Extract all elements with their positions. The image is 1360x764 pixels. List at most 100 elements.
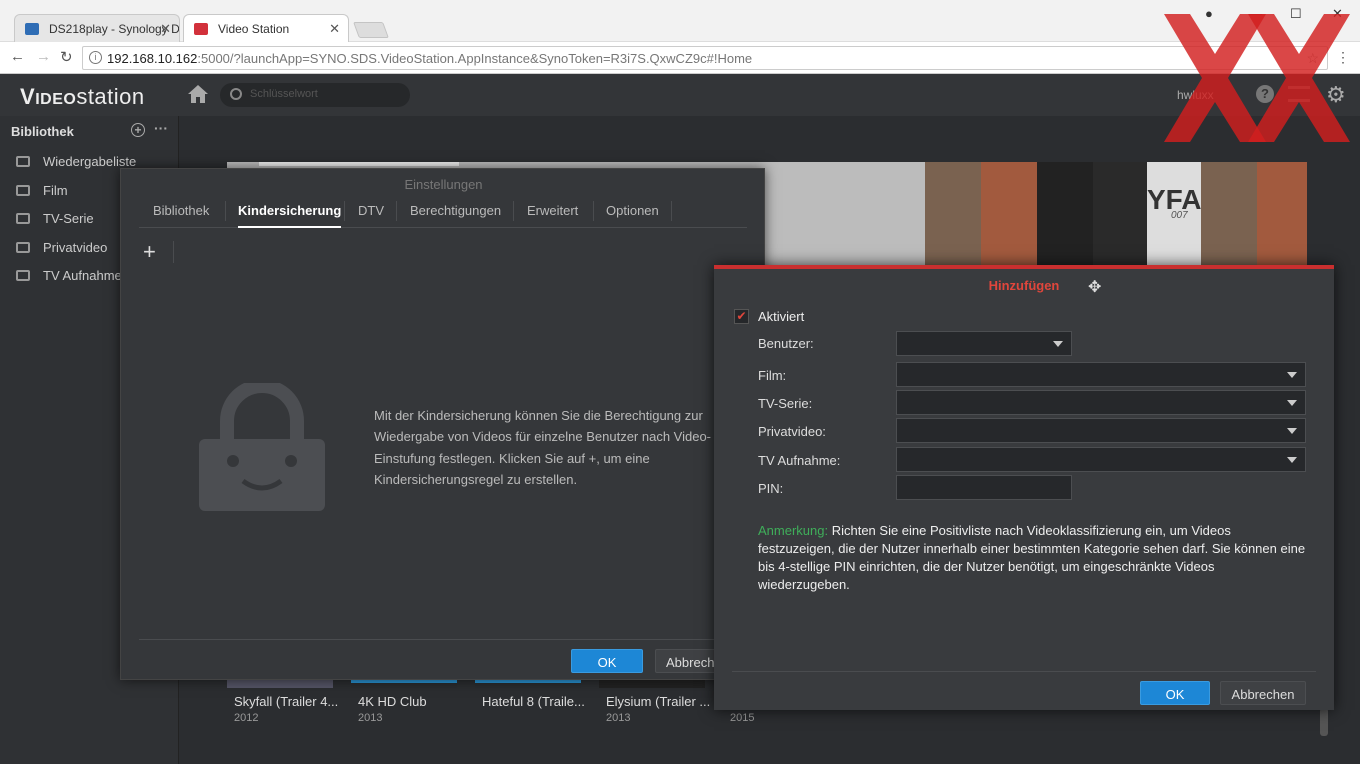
recording-select[interactable] [896,447,1306,472]
search-input[interactable]: Schlüsselwort [220,83,410,107]
browser-tab-dsm[interactable]: DS218play - Synology Di ✕ [14,14,180,42]
tab-options[interactable]: Optionen [606,203,659,218]
add-ok-button[interactable]: OK [1140,681,1210,705]
note-label: Anmerkung: [758,523,829,538]
video-title[interactable]: Skyfall (Trailer 4... [234,694,338,709]
forward-icon[interactable]: → [36,48,51,65]
add-rule-button[interactable]: + [143,239,156,265]
user-select[interactable] [896,331,1072,356]
dsm-favicon-icon [25,23,39,35]
close-tab-icon[interactable]: ✕ [160,21,171,37]
back-icon[interactable]: ← [10,48,25,65]
pin-label: PIN: [758,481,784,496]
chevron-down-icon [1053,341,1063,347]
pin-input[interactable] [896,475,1072,500]
poster-thumbnail[interactable] [925,162,981,266]
videostation-favicon-icon [194,23,208,35]
tab-advanced[interactable]: Erweitert [527,203,578,218]
thumbnail-image[interactable] [351,680,457,688]
more-options-icon[interactable]: ··· [154,120,168,136]
tvseries-label: TV-Serie: [758,396,813,411]
thumbnail-image[interactable] [475,680,581,688]
video-title[interactable]: Hateful 8 (Traile... [482,694,585,709]
search-icon [230,88,242,100]
sidebar-title: Bibliothek + ··· [11,120,168,139]
address-path: :5000/?launchApp=SYNO.SDS.VideoStation.A… [197,51,753,66]
recording-icon [16,270,30,281]
note-text: Anmerkung: Richten Sie eine Positivliste… [758,523,1306,592]
enabled-label: Aktiviert [758,309,805,324]
poster-thumbnail[interactable] [1257,162,1307,266]
site-info-icon[interactable]: i [89,51,102,64]
dialog-title: Hinzufügen [988,278,1060,293]
chevron-down-icon [1287,457,1297,463]
poster-thumbnail[interactable] [1201,162,1257,266]
profile-icon[interactable]: ● [1205,6,1213,21]
address-row: ← → ↻ i 192.168.10.162:5000/?launchApp=S… [0,42,1360,74]
poster-thumbnail[interactable] [1093,162,1147,266]
tab-dtv[interactable]: DTV [358,203,384,218]
private-video-select[interactable] [896,418,1306,443]
move-icon[interactable]: ✥ [1088,277,1101,297]
reload-icon[interactable]: ↻ [60,48,73,66]
video-title[interactable]: Elysium (Trailer ... [606,694,710,709]
video-year: 2012 [234,712,259,724]
browser-tab-videostation[interactable]: Video Station ✕ [183,14,349,42]
add-cancel-button[interactable]: Abbrechen [1220,681,1306,705]
video-title[interactable]: 4K HD Club [358,694,427,709]
camera-icon [16,241,30,253]
videostation-logo: VIDEOstation [20,84,145,109]
poster-thumbnail[interactable] [981,162,1037,266]
video-year: 2015 [730,712,755,724]
address-bar[interactable]: i 192.168.10.162:5000/?launchApp=SYNO.SD… [82,46,1328,70]
maximize-icon[interactable]: ☐ [1290,6,1302,22]
lock-icon [199,383,325,511]
playlist-icon [16,156,30,167]
browser-menu-icon[interactable]: ⋮ [1336,49,1350,66]
minimize-icon[interactable]: — [1249,6,1262,21]
parental-control-message: Mit der Kindersicherung können Sie die B… [374,408,712,487]
poster-thumbnail[interactable] [1037,162,1093,266]
add-rule-dialog: Hinzufügen ✥ ✔ Aktiviert Benutzer: Film:… [714,265,1334,710]
dialog-title: Einstellungen [404,177,483,192]
search-placeholder: Schlüsselwort [250,88,318,100]
thumbnail-image[interactable] [599,680,705,688]
settings-ok-button[interactable]: OK [571,649,643,673]
thumbnail-image[interactable] [227,680,333,688]
tab-permissions[interactable]: Berechtigungen [410,203,501,218]
gear-icon[interactable]: ⚙ [1326,82,1346,108]
browser-tab-label: Video Station [218,22,290,36]
tv-icon [16,213,30,224]
help-icon[interactable]: ? [1256,85,1274,103]
film-label: Film: [758,368,787,383]
user-label: Benutzer: [758,336,814,351]
window-close-icon[interactable]: ✕ [1332,6,1343,22]
chevron-down-icon [1287,372,1297,378]
browser-tabbar: DS218play - Synology Di ✕ Video Station … [0,0,1360,42]
settings-tabs: Bibliothek Kindersicherung DTV Berechtig… [139,195,747,228]
video-year: 2013 [606,712,631,724]
scrollbar[interactable] [1320,708,1328,736]
tab-parental-control[interactable]: Kindersicherung [238,203,342,228]
task-list-icon[interactable] [1288,86,1310,102]
address-host: 192.168.10.162 [107,51,198,66]
app-header: VIDEOstation Schlüsselwort hwluxx ? ⚙ [0,74,1360,116]
video-year: 2013 [358,712,383,724]
film-select[interactable] [896,362,1306,387]
poster-thumbnail[interactable]: YFA 007 [1147,162,1201,266]
settings-dialog: Einstellungen Bibliothek Kindersicherung… [120,168,765,680]
tvseries-select[interactable] [896,390,1306,415]
recording-label: TV Aufnahme: [758,453,841,468]
close-tab-icon[interactable]: ✕ [329,21,340,37]
private-video-label: Privatvideo: [758,424,826,439]
tab-library[interactable]: Bibliothek [153,203,209,218]
home-icon[interactable] [187,84,209,104]
new-tab-button[interactable] [353,22,389,38]
enabled-checkbox[interactable]: ✔ [734,309,749,324]
chevron-down-icon [1287,400,1297,406]
user-menu[interactable]: hwluxx [1177,88,1214,102]
add-library-icon[interactable]: + [131,123,145,137]
bookmark-star-icon[interactable]: ☆ [1306,50,1319,67]
film-icon [16,184,30,196]
chevron-down-icon [1287,428,1297,434]
